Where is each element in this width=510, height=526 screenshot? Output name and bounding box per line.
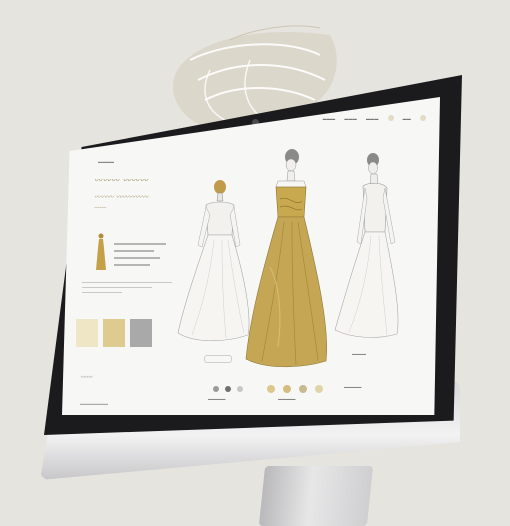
collection-subtitle: 〰〰〰 〰〰〰〰〰 (94, 193, 149, 201)
white-dress-sketch-right[interactable] (327, 152, 412, 342)
cream-swatch[interactable] (76, 319, 98, 347)
designer-note: 〰〰 (80, 374, 93, 381)
nav-icon[interactable] (387, 115, 394, 121)
top-nav: ▬▬▬ ▬▬▬ ▬▬▬ ▬▬ (323, 115, 426, 121)
sand-swatch[interactable] (103, 319, 125, 347)
profile-icon[interactable] (420, 115, 426, 121)
nav-item-3[interactable]: ▬▬▬ (366, 116, 379, 121)
collection-title: 〰〰〰 〰〰〰 (94, 176, 149, 185)
footer-text: ▬▬▬▬▬▬▬ (80, 401, 108, 406)
color-dot-2[interactable] (225, 386, 231, 392)
color-dot-1[interactable] (213, 386, 219, 392)
monitor-stand (258, 466, 374, 526)
nav-item-4[interactable]: ▬▬ (403, 116, 411, 121)
gold-dot-2[interactable] (283, 385, 291, 393)
brand-label: ▬▬▬▬ (98, 159, 114, 164)
caption-left: ▬▬▬▬▬ (208, 397, 226, 401)
gold-dot-1[interactable] (267, 385, 275, 393)
caption-right: ▬▬▬▬ (352, 352, 366, 356)
gold-dot-3[interactable] (299, 385, 307, 393)
mini-dress-thumbnail[interactable] (94, 232, 108, 272)
color-options-right (267, 385, 323, 393)
swatch-group (76, 319, 152, 347)
color-dot-3[interactable] (237, 386, 243, 392)
nav-item-1[interactable]: ▬▬▬ (323, 116, 336, 121)
caption-right-lower: ▬▬▬▬▬ (344, 385, 362, 389)
gray-swatch[interactable] (130, 319, 152, 347)
caption-center: ▬▬▬▬▬ (278, 397, 296, 401)
price-section (82, 282, 172, 297)
gold-dot-4[interactable] (315, 385, 323, 393)
view-details-button[interactable] (204, 355, 232, 363)
color-options-left (213, 386, 243, 392)
screen: ▬▬▬ ▬▬▬ ▬▬▬ ▬▬ ▬▬▬▬ 〰〰〰 〰〰〰 〰〰〰 〰〰〰〰〰 〰〰… (62, 97, 440, 415)
collection-tag: 〰〰〰 (94, 205, 106, 210)
product-meta (114, 243, 174, 271)
gold-gown-sketch[interactable] (240, 147, 330, 372)
nav-item-2[interactable]: ▬▬▬ (344, 116, 357, 121)
